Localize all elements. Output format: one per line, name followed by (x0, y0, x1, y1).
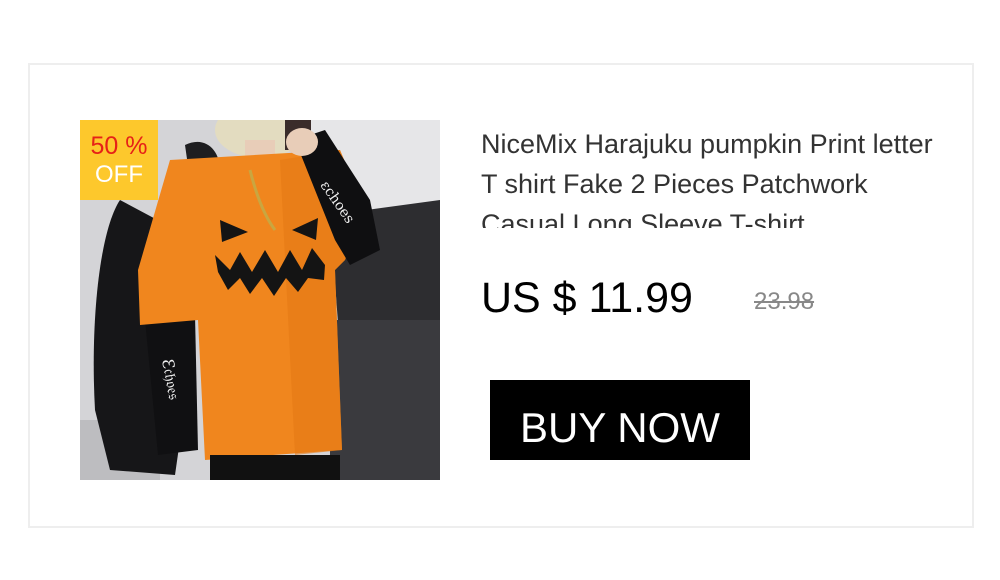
discount-badge: 50 % OFF (80, 120, 158, 200)
discount-percent: 50 % (90, 132, 148, 160)
buy-now-button[interactable]: BUY NOW (490, 380, 750, 460)
discount-off-label: OFF (95, 161, 143, 188)
current-price: US $ 11.99 (481, 274, 693, 322)
product-title[interactable]: NiceMix Harajuku pumpkin Print letter T … (481, 124, 941, 228)
original-price: 23.98 (754, 288, 815, 315)
